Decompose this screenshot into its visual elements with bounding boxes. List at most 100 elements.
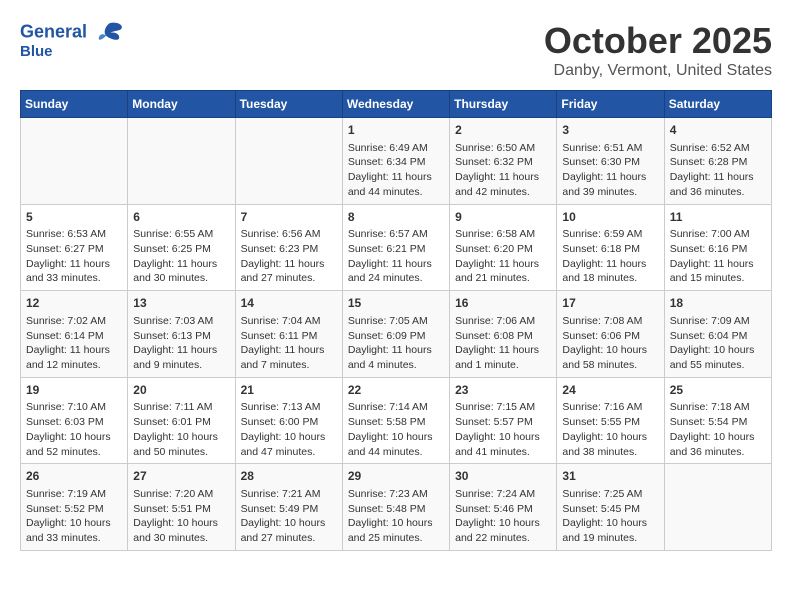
title-block: October 2025 Danby, Vermont, United Stat… bbox=[544, 20, 772, 80]
week-row-3: 12 Sunrise: 7:02 AMSunset: 6:14 PMDayligh… bbox=[21, 291, 772, 378]
calendar-cell: 1 Sunrise: 6:49 AMSunset: 6:34 PMDaylight… bbox=[342, 118, 449, 205]
calendar-cell: 22Sunrise: 7:14 AMSunset: 5:58 PMDayligh… bbox=[342, 377, 449, 464]
day-info: Sunrise: 6:55 AMSunset: 6:25 PMDaylight:… bbox=[133, 227, 229, 286]
logo-text: General bbox=[20, 20, 124, 45]
calendar-cell: 10Sunrise: 6:59 AMSunset: 6:18 PMDayligh… bbox=[557, 204, 664, 291]
calendar-cell: 18 Sunrise: 7:09 AMSunset: 6:04 PMDayligh… bbox=[664, 291, 771, 378]
calendar-cell: 29Sunrise: 7:23 AMSunset: 5:48 PMDayligh… bbox=[342, 464, 449, 551]
day-info: Sunrise: 7:00 AMSunset: 6:16 PMDaylight:… bbox=[670, 227, 766, 286]
calendar-cell: 16 Sunrise: 7:06 AMSunset: 6:08 PMDayligh… bbox=[450, 291, 557, 378]
calendar-table: SundayMondayTuesdayWednesdayThursdayFrid… bbox=[20, 90, 772, 551]
day-number: 27 bbox=[133, 468, 229, 485]
calendar-cell: 6Sunrise: 6:55 AMSunset: 6:25 PMDaylight… bbox=[128, 204, 235, 291]
weekday-header-thursday: Thursday bbox=[450, 91, 557, 118]
day-info: Sunrise: 7:15 AMSunset: 5:57 PMDaylight:… bbox=[455, 400, 551, 459]
day-number: 30 bbox=[455, 468, 551, 485]
weekday-header-sunday: Sunday bbox=[21, 91, 128, 118]
day-info: Sunrise: 7:10 AMSunset: 6:03 PMDaylight:… bbox=[26, 400, 122, 459]
page-header: General Blue October 2025 Danby, Vermont… bbox=[20, 20, 772, 80]
day-info: Sunrise: 7:08 AMSunset: 6:06 PMDaylight:… bbox=[562, 314, 658, 373]
logo: General Blue bbox=[20, 20, 124, 60]
calendar-cell: 21Sunrise: 7:13 AMSunset: 6:00 PMDayligh… bbox=[235, 377, 342, 464]
day-number: 3 bbox=[562, 122, 658, 139]
day-info: Sunrise: 7:23 AMSunset: 5:48 PMDaylight:… bbox=[348, 487, 444, 546]
calendar-cell: 31 Sunrise: 7:25 AMSunset: 5:45 PMDayligh… bbox=[557, 464, 664, 551]
day-info: Sunrise: 7:20 AMSunset: 5:51 PMDaylight:… bbox=[133, 487, 229, 546]
day-info: Sunrise: 7:02 AMSunset: 6:14 PMDaylight:… bbox=[26, 314, 122, 373]
calendar-cell: 5Sunrise: 6:53 AMSunset: 6:27 PMDaylight… bbox=[21, 204, 128, 291]
day-number: 25 bbox=[670, 382, 766, 399]
day-info: Sunrise: 7:25 AMSunset: 5:45 PMDaylight:… bbox=[562, 487, 658, 546]
logo-blue: Blue bbox=[20, 43, 124, 60]
day-number: 21 bbox=[241, 382, 337, 399]
week-row-4: 19Sunrise: 7:10 AMSunset: 6:03 PMDayligh… bbox=[21, 377, 772, 464]
day-info: Sunrise: 7:21 AMSunset: 5:49 PMDaylight:… bbox=[241, 487, 337, 546]
month-title: October 2025 bbox=[544, 20, 772, 62]
calendar-cell: 20Sunrise: 7:11 AMSunset: 6:01 PMDayligh… bbox=[128, 377, 235, 464]
calendar-cell: 2 Sunrise: 6:50 AMSunset: 6:32 PMDaylight… bbox=[450, 118, 557, 205]
day-number: 22 bbox=[348, 382, 444, 399]
calendar-cell: 24Sunrise: 7:16 AMSunset: 5:55 PMDayligh… bbox=[557, 377, 664, 464]
calendar-cell: 7Sunrise: 6:56 AMSunset: 6:23 PMDaylight… bbox=[235, 204, 342, 291]
calendar-cell: 27 Sunrise: 7:20 AMSunset: 5:51 PMDayligh… bbox=[128, 464, 235, 551]
week-row-5: 26 Sunrise: 7:19 AMSunset: 5:52 PMDayligh… bbox=[21, 464, 772, 551]
calendar-cell: 9Sunrise: 6:58 AMSunset: 6:20 PMDaylight… bbox=[450, 204, 557, 291]
calendar-cell: 15Sunrise: 7:05 AMSunset: 6:09 PMDayligh… bbox=[342, 291, 449, 378]
day-info: Sunrise: 6:50 AMSunset: 6:32 PMDaylight:… bbox=[455, 141, 551, 200]
day-number: 13 bbox=[133, 295, 229, 312]
day-number: 31 bbox=[562, 468, 658, 485]
day-info: Sunrise: 6:57 AMSunset: 6:21 PMDaylight:… bbox=[348, 227, 444, 286]
day-number: 8 bbox=[348, 209, 444, 226]
day-info: Sunrise: 7:16 AMSunset: 5:55 PMDaylight:… bbox=[562, 400, 658, 459]
calendar-cell: 28Sunrise: 7:21 AMSunset: 5:49 PMDayligh… bbox=[235, 464, 342, 551]
day-number: 6 bbox=[133, 209, 229, 226]
day-info: Sunrise: 7:06 AMSunset: 6:08 PMDaylight:… bbox=[455, 314, 551, 373]
day-number: 10 bbox=[562, 209, 658, 226]
day-number: 9 bbox=[455, 209, 551, 226]
day-info: Sunrise: 6:53 AMSunset: 6:27 PMDaylight:… bbox=[26, 227, 122, 286]
day-number: 16 bbox=[455, 295, 551, 312]
calendar-cell bbox=[128, 118, 235, 205]
day-number: 12 bbox=[26, 295, 122, 312]
day-info: Sunrise: 7:24 AMSunset: 5:46 PMDaylight:… bbox=[455, 487, 551, 546]
calendar-cell: 25Sunrise: 7:18 AMSunset: 5:54 PMDayligh… bbox=[664, 377, 771, 464]
calendar-cell: 11Sunrise: 7:00 AMSunset: 6:16 PMDayligh… bbox=[664, 204, 771, 291]
day-info: Sunrise: 7:11 AMSunset: 6:01 PMDaylight:… bbox=[133, 400, 229, 459]
location-title: Danby, Vermont, United States bbox=[544, 62, 772, 80]
day-number: 4 bbox=[670, 122, 766, 139]
day-info: Sunrise: 7:13 AMSunset: 6:00 PMDaylight:… bbox=[241, 400, 337, 459]
calendar-cell bbox=[235, 118, 342, 205]
day-info: Sunrise: 6:51 AMSunset: 6:30 PMDaylight:… bbox=[562, 141, 658, 200]
calendar-cell: 17 Sunrise: 7:08 AMSunset: 6:06 PMDayligh… bbox=[557, 291, 664, 378]
weekday-header-monday: Monday bbox=[128, 91, 235, 118]
calendar-cell: 19Sunrise: 7:10 AMSunset: 6:03 PMDayligh… bbox=[21, 377, 128, 464]
day-number: 18 bbox=[670, 295, 766, 312]
weekday-header-saturday: Saturday bbox=[664, 91, 771, 118]
day-info: Sunrise: 7:19 AMSunset: 5:52 PMDaylight:… bbox=[26, 487, 122, 546]
day-number: 11 bbox=[670, 209, 766, 226]
calendar-cell: 13Sunrise: 7:03 AMSunset: 6:13 PMDayligh… bbox=[128, 291, 235, 378]
weekday-header-wednesday: Wednesday bbox=[342, 91, 449, 118]
day-number: 2 bbox=[455, 122, 551, 139]
calendar-cell: 23Sunrise: 7:15 AMSunset: 5:57 PMDayligh… bbox=[450, 377, 557, 464]
day-info: Sunrise: 6:58 AMSunset: 6:20 PMDaylight:… bbox=[455, 227, 551, 286]
day-number: 24 bbox=[562, 382, 658, 399]
day-number: 19 bbox=[26, 382, 122, 399]
day-number: 20 bbox=[133, 382, 229, 399]
week-row-1: 1 Sunrise: 6:49 AMSunset: 6:34 PMDaylight… bbox=[21, 118, 772, 205]
day-number: 26 bbox=[26, 468, 122, 485]
weekday-header-row: SundayMondayTuesdayWednesdayThursdayFrid… bbox=[21, 91, 772, 118]
calendar-cell bbox=[664, 464, 771, 551]
day-number: 17 bbox=[562, 295, 658, 312]
day-info: Sunrise: 6:49 AMSunset: 6:34 PMDaylight:… bbox=[348, 141, 444, 200]
day-number: 5 bbox=[26, 209, 122, 226]
calendar-cell: 14Sunrise: 7:04 AMSunset: 6:11 PMDayligh… bbox=[235, 291, 342, 378]
weekday-header-tuesday: Tuesday bbox=[235, 91, 342, 118]
calendar-cell: 12 Sunrise: 7:02 AMSunset: 6:14 PMDayligh… bbox=[21, 291, 128, 378]
calendar-cell: 30 Sunrise: 7:24 AMSunset: 5:46 PMDayligh… bbox=[450, 464, 557, 551]
day-info: Sunrise: 7:14 AMSunset: 5:58 PMDaylight:… bbox=[348, 400, 444, 459]
day-info: Sunrise: 7:05 AMSunset: 6:09 PMDaylight:… bbox=[348, 314, 444, 373]
day-number: 1 bbox=[348, 122, 444, 139]
day-info: Sunrise: 7:09 AMSunset: 6:04 PMDaylight:… bbox=[670, 314, 766, 373]
day-number: 7 bbox=[241, 209, 337, 226]
